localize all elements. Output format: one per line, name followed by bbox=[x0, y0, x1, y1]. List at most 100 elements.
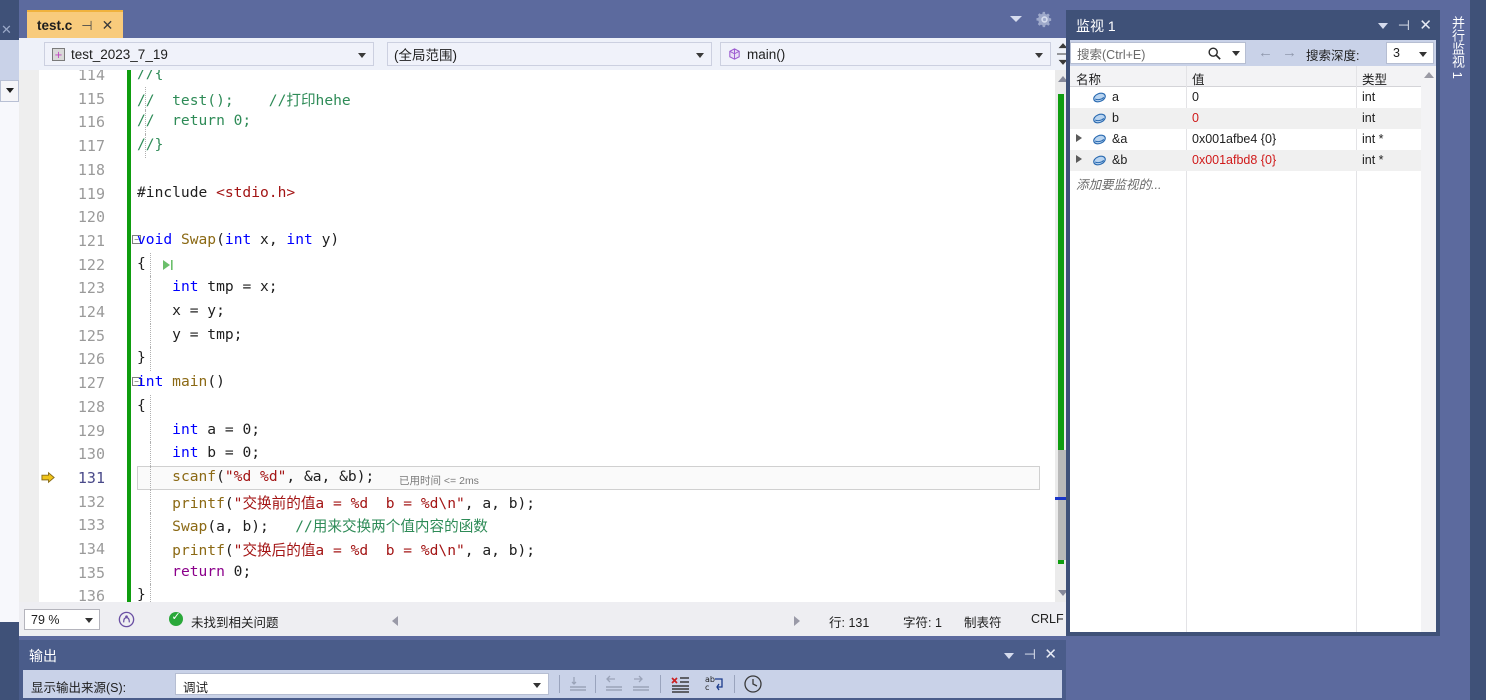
code-line-136[interactable]: 136} bbox=[19, 584, 1066, 602]
code-line-133[interactable]: 133 Swap(a, b); //用来交换两个值内容的函数 bbox=[19, 513, 1066, 537]
pin-icon[interactable]: ⊣ bbox=[1024, 646, 1036, 663]
left-panel-close-icon[interactable]: ✕ bbox=[1, 22, 12, 38]
history-icon[interactable] bbox=[742, 674, 764, 694]
output-window-title: 输出 bbox=[29, 648, 57, 664]
member-selector[interactable]: main() bbox=[720, 42, 1051, 66]
line-number: 132 bbox=[77, 492, 105, 511]
watch-grid-scrollbar[interactable] bbox=[1421, 66, 1436, 632]
close-icon[interactable]: ✕ bbox=[1044, 645, 1057, 663]
watch-row[interactable]: &a 0x001afbe4 {0} int * bbox=[1070, 129, 1421, 150]
search-placeholder: 搜索(Ctrl+E) bbox=[1077, 47, 1146, 62]
find-message-icon[interactable] bbox=[567, 674, 589, 694]
hscroll-left-icon[interactable] bbox=[392, 616, 398, 626]
watch-row[interactable]: a 0 int bbox=[1070, 87, 1421, 108]
indent-guide bbox=[150, 584, 151, 602]
search-depth-selector[interactable]: 3 bbox=[1386, 42, 1434, 64]
code-line-116[interactable]: 116 // return 0; bbox=[19, 110, 1066, 135]
editor-tab-strip: test.c ⊣ ✕ bbox=[19, 0, 1066, 38]
watch-variable-value[interactable]: 0x001afbe4 {0} bbox=[1192, 132, 1276, 146]
pin-icon[interactable]: ⊣ bbox=[1398, 17, 1410, 34]
code-line-130[interactable]: 130 int b = 0; bbox=[19, 442, 1066, 466]
chevron-down-icon bbox=[1419, 52, 1427, 57]
code-line-129[interactable]: 129 int a = 0; bbox=[19, 418, 1066, 443]
code-line-125[interactable]: 125 y = tmp; bbox=[19, 323, 1066, 348]
code-line-118[interactable]: 118 bbox=[19, 158, 1066, 182]
toolbar-divider bbox=[595, 675, 596, 693]
output-source-selector[interactable]: 调试 bbox=[175, 673, 549, 695]
run-to-cursor-icon[interactable] bbox=[161, 258, 175, 275]
code-surface[interactable]: 114 //{115 // test(); //打印hehe 116 // return… bbox=[19, 70, 1066, 602]
add-watch-row[interactable]: 添加要监视的... bbox=[1070, 171, 1421, 192]
zoom-level-label: 79 % bbox=[31, 612, 60, 627]
column-header-type[interactable]: 类型 bbox=[1362, 69, 1387, 88]
parallel-watch-tab[interactable]: 并行监视 1 bbox=[1444, 10, 1470, 140]
watch-variables-grid[interactable]: 名称 值 类型 a 0 int b 0 int &a 0x001afbe4 {0} int * &… bbox=[1070, 66, 1436, 632]
search-previous-icon[interactable]: ← bbox=[1258, 44, 1273, 61]
scroll-up-icon[interactable] bbox=[1423, 72, 1434, 78]
watch-variable-name: &a bbox=[1112, 132, 1128, 146]
navigate-forward-icon[interactable] bbox=[630, 674, 652, 694]
watch-variable-value[interactable]: 0 bbox=[1192, 111, 1199, 125]
pin-icon[interactable]: ⊣ bbox=[81, 19, 92, 32]
chevron-down-icon bbox=[1035, 53, 1043, 58]
watch-grid-header: 名称 值 类型 bbox=[1070, 66, 1436, 87]
clear-all-icon[interactable] bbox=[669, 674, 691, 694]
line-number: 114 bbox=[77, 70, 105, 84]
column-header-name[interactable]: 名称 bbox=[1076, 69, 1101, 88]
gear-icon[interactable] bbox=[1035, 10, 1054, 29]
watch-window: 监视 1 ⊣ ✕ 搜索(Ctrl+E) ← → 搜索深度: 3 名称 值 类型 … bbox=[1066, 10, 1440, 636]
code-line-127[interactable]: 127− int main() bbox=[19, 371, 1066, 395]
code-text: { bbox=[137, 254, 146, 272]
close-icon[interactable]: ✕ bbox=[102, 18, 114, 32]
char-indicator: 字符: 1 bbox=[903, 616, 942, 630]
watch-variable-value[interactable]: 0 bbox=[1192, 90, 1199, 104]
chevron-down-icon[interactable] bbox=[1378, 23, 1388, 29]
right-dock-edge bbox=[1470, 0, 1486, 700]
code-line-119[interactable]: 119 #include <stdio.h> bbox=[19, 182, 1066, 206]
project-selector[interactable]: + test_2023_7_19 bbox=[44, 42, 374, 66]
chevron-down-icon[interactable] bbox=[1010, 16, 1022, 22]
code-line-123[interactable]: 123 int tmp = x; bbox=[19, 276, 1066, 300]
code-line-134[interactable]: 134 printf("交换后的值a = %d b = %d\n", a, b)… bbox=[19, 537, 1066, 561]
watch-variable-value[interactable]: 0x001afbd8 {0} bbox=[1192, 153, 1276, 167]
expand-row-icon[interactable] bbox=[1076, 134, 1082, 142]
left-panel-dropdown[interactable] bbox=[0, 80, 19, 102]
column-header-value[interactable]: 值 bbox=[1192, 69, 1205, 88]
hscroll-right-icon[interactable] bbox=[794, 616, 800, 626]
close-icon[interactable]: ✕ bbox=[1419, 16, 1432, 34]
watch-row[interactable]: &b 0x001afbd8 {0} int * bbox=[1070, 150, 1421, 171]
expand-row-icon[interactable] bbox=[1076, 155, 1082, 163]
code-line-121[interactable]: 121− void Swap(int x, int y) bbox=[19, 229, 1066, 253]
search-options-icon[interactable] bbox=[1232, 51, 1240, 56]
line-number: 136 bbox=[77, 587, 105, 602]
code-line-132[interactable]: 132 printf("交换前的值a = %d b = %d\n", a, b)… bbox=[19, 489, 1066, 514]
code-line-128[interactable]: 128 { bbox=[19, 394, 1066, 419]
code-line-131[interactable]: 131 scanf("%d %d", &a, &b); 已用时间 <= 2ms bbox=[19, 465, 1066, 490]
search-input[interactable]: 搜索(Ctrl+E) bbox=[1070, 42, 1246, 64]
search-icon[interactable] bbox=[1207, 46, 1222, 61]
navigate-back-icon[interactable] bbox=[603, 674, 625, 694]
chevron-down-icon[interactable] bbox=[1004, 653, 1014, 659]
code-line-115[interactable]: 115 // test(); //打印hehe bbox=[19, 86, 1066, 111]
code-line-120[interactable]: 120 bbox=[19, 205, 1066, 229]
code-text: // test(); //打印hehe bbox=[137, 91, 351, 109]
chevron-down-icon bbox=[358, 53, 366, 58]
code-line-117[interactable]: 117 //} bbox=[19, 134, 1066, 158]
code-line-135[interactable]: 135 return 0; bbox=[19, 560, 1066, 585]
code-text: x = y; bbox=[137, 302, 225, 319]
output-window: 输出 ⊣ ✕ 显示输出来源(S): 调试 ab c bbox=[19, 640, 1066, 700]
no-issues-icon bbox=[169, 610, 183, 626]
code-line-122[interactable]: 122 { bbox=[19, 252, 1066, 277]
intellicode-icon[interactable] bbox=[117, 610, 136, 629]
method-icon bbox=[727, 47, 742, 62]
code-line-126[interactable]: 126} bbox=[19, 347, 1066, 372]
word-wrap-icon[interactable]: ab c bbox=[703, 674, 727, 694]
editor-tab-test-c[interactable]: test.c ⊣ ✕ bbox=[27, 10, 124, 38]
watch-row[interactable]: b 0 int bbox=[1070, 108, 1421, 129]
zoom-level-selector[interactable]: 79 % bbox=[24, 609, 100, 630]
code-line-124[interactable]: 124 x = y; bbox=[19, 300, 1066, 324]
code-line-114[interactable]: 114 //{ bbox=[19, 70, 1066, 87]
search-next-icon[interactable]: → bbox=[1282, 44, 1297, 61]
scope-selector[interactable]: (全局范围) bbox=[387, 42, 712, 66]
code-text: Swap(a, b); //用来交换两个值内容的函数 bbox=[172, 518, 488, 536]
